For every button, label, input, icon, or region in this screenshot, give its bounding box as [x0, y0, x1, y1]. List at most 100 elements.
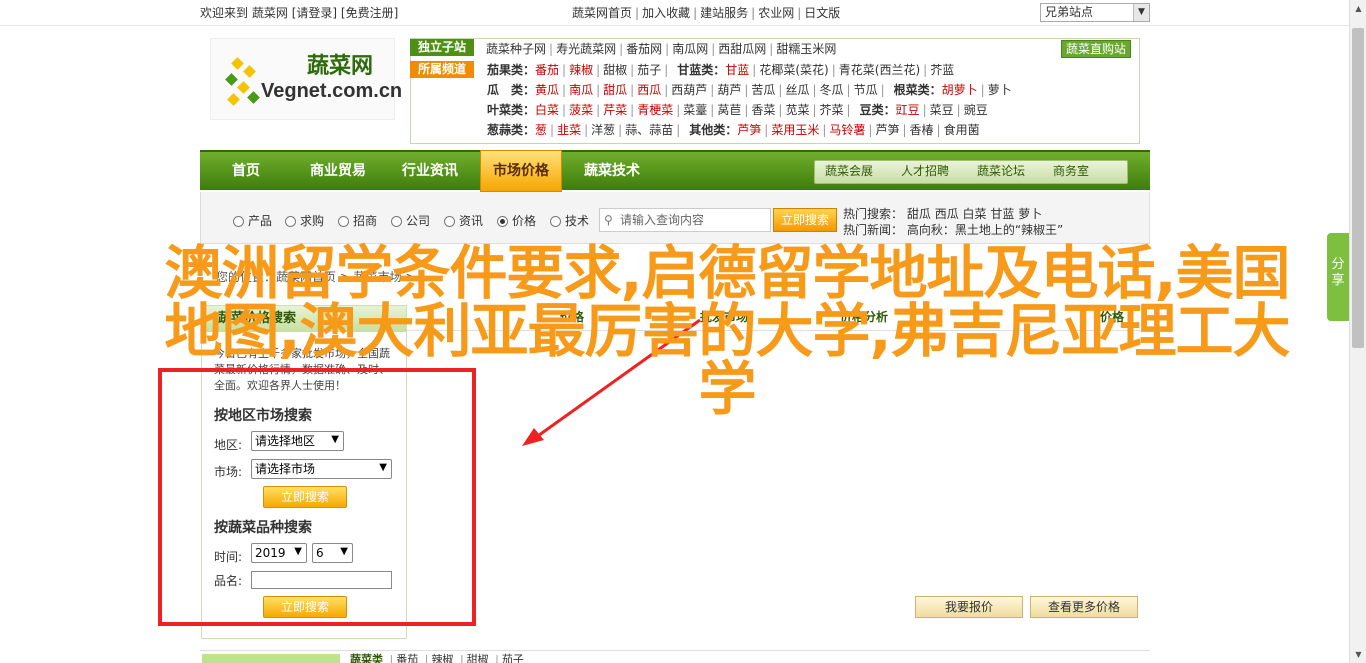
category-link[interactable]: 苦瓜 [751, 83, 775, 97]
category-link[interactable]: 胡萝卜 [942, 83, 978, 97]
category-link[interactable]: 白菜 [535, 103, 559, 117]
category-link[interactable]: 番茄 [535, 63, 559, 77]
sibling-site-select[interactable]: 兄弟站点 ▼ [1040, 3, 1150, 22]
category-link[interactable]: 菜用玉米 [771, 123, 819, 137]
site-name-link[interactable]: 蔬菜网 [252, 6, 288, 20]
subsite-link[interactable]: 番茄网 [626, 42, 662, 56]
scroll-down-icon[interactable]: ▼ [1350, 646, 1366, 663]
login-link[interactable]: [请登录] [292, 6, 337, 20]
radio-news[interactable]: 资讯 [444, 214, 483, 228]
category-link[interactable]: 南瓜 [569, 83, 593, 97]
category-link[interactable]: 莴苣 [717, 103, 741, 117]
category-link[interactable]: 苋菜 [785, 103, 809, 117]
hot-search-item[interactable]: 甜瓜 [907, 207, 931, 221]
subnav-jobs[interactable]: 人才招聘 [901, 164, 949, 178]
hot-search-item[interactable]: 甘蓝 [990, 207, 1014, 221]
category-link[interactable]: 西瓜 [637, 83, 661, 97]
bottom-item[interactable]: 蔬菜类 [350, 653, 383, 663]
bottom-item[interactable]: 茄子 [502, 653, 524, 663]
category-link[interactable]: 甜椒 [603, 63, 627, 77]
category-row: 葱蒜类：葱 | 韭菜 | 洋葱 | 蒜、蒜苗 | 其他类：芦笋 | 菜用玉米 | 马铃薯 | 芦笋 | 香椿 | 食… [487, 123, 980, 137]
category-link[interactable]: 青花菜(西兰花) [839, 63, 920, 77]
sub-nav: 蔬菜会展 人才招聘 蔬菜论坛 商务室 [814, 160, 1128, 184]
category-link[interactable]: 芥菜 [820, 103, 844, 117]
category-link[interactable]: 萝卜 [988, 83, 1012, 97]
category-link[interactable]: 芥蓝 [930, 63, 954, 77]
category-link[interactable]: 甘蓝 [725, 63, 749, 77]
chevron-down-icon: ▼ [1133, 4, 1149, 21]
category-link[interactable]: 菜豆 [930, 103, 954, 117]
category-link[interactable]: 香菜 [751, 103, 775, 117]
category-link[interactable]: 韭菜 [557, 123, 581, 137]
scroll-up-icon[interactable]: ▲ [1350, 0, 1366, 17]
bottom-item[interactable]: 甜椒 [467, 653, 489, 663]
category-link[interactable]: 辣椒 [569, 63, 593, 77]
category-link[interactable]: 蒜、蒜苗 [625, 123, 673, 137]
subsite-link[interactable]: 寿光蔬菜网 [556, 42, 616, 56]
category-label: 茄果类： [487, 63, 536, 77]
view-more-prices-button[interactable]: 查看更多价格 [1030, 596, 1138, 618]
register-link[interactable]: [免费注册] [341, 6, 398, 20]
radio-product[interactable]: 产品 [233, 214, 272, 228]
category-link[interactable]: 香椿 [910, 123, 934, 137]
category-link[interactable]: 豌豆 [964, 103, 988, 117]
scroll-thumb[interactable] [1352, 28, 1364, 348]
top-bar: 欢迎来到 蔬菜网 [请登录] [免费注册] 蔬菜网首页 | 加入收藏 | 建站服务 | 农业… [0, 0, 1349, 26]
radio-tech[interactable]: 技术 [550, 214, 589, 228]
nav-tech[interactable]: 蔬菜技术 [566, 152, 658, 190]
top-link-japanese[interactable]: 日文版 [804, 6, 840, 20]
radio-buy[interactable]: 求购 [285, 214, 324, 228]
category-link[interactable]: 洋葱 [591, 123, 615, 137]
top-link-favorite[interactable]: 加入收藏 [642, 6, 690, 20]
radio-price[interactable]: 价格 [497, 214, 536, 228]
category-link[interactable]: 芦笋 [737, 123, 761, 137]
subsite-link[interactable]: 南瓜网 [672, 42, 708, 56]
search-button[interactable]: 立即搜索 [773, 208, 837, 232]
category-link[interactable]: 马铃薯 [829, 123, 865, 137]
category-link[interactable]: 菠菜 [569, 103, 593, 117]
direct-buy-button[interactable]: 蔬菜直购站 [1060, 40, 1131, 59]
search-input[interactable]: ⚲ 请输入查询内容 [599, 208, 771, 232]
nav-news[interactable]: 行业资讯 [384, 152, 476, 190]
nav-home[interactable]: 首页 [200, 152, 292, 190]
top-link-agri[interactable]: 农业网 [758, 6, 794, 20]
subsite-link[interactable]: 甜糯玉米网 [776, 42, 836, 56]
category-link[interactable]: 茄子 [637, 63, 661, 77]
hot-search-item[interactable]: 萝卜 [1018, 207, 1042, 221]
nav-market-price[interactable]: 市场价格 [480, 150, 562, 192]
nav-trade[interactable]: 商业贸易 [292, 152, 384, 190]
hot-news-link[interactable]: 高向秋：黑土地上的“辣椒王” [907, 223, 1063, 237]
subsite-link[interactable]: 西甜瓜网 [718, 42, 766, 56]
hot-search-item[interactable]: 西瓜 [935, 207, 959, 221]
share-tab[interactable]: 分享 [1327, 233, 1349, 321]
category-link[interactable]: 芦笋 [875, 123, 899, 137]
radio-invest[interactable]: 招商 [338, 214, 377, 228]
report-price-button[interactable]: 我要报价 [915, 596, 1023, 618]
category-link[interactable]: 芹菜 [603, 103, 627, 117]
category-link[interactable]: 食用菌 [944, 123, 980, 137]
subsite-link[interactable]: 蔬菜种子网 [486, 42, 546, 56]
top-link-build[interactable]: 建站服务 [700, 6, 748, 20]
radio-company[interactable]: 公司 [391, 214, 430, 228]
category-link[interactable]: 黄瓜 [535, 83, 559, 97]
bottom-item[interactable]: 番茄 [396, 653, 418, 663]
top-link-home[interactable]: 蔬菜网首页 [572, 6, 632, 20]
subnav-business[interactable]: 商务室 [1053, 164, 1089, 178]
site-logo[interactable]: 蔬菜网 Vegnet.com.cn [210, 38, 402, 120]
hot-search-item[interactable]: 白菜 [963, 207, 987, 221]
subnav-expo[interactable]: 蔬菜会展 [825, 164, 873, 178]
category-link[interactable]: 丝瓜 [785, 83, 809, 97]
subnav-forum[interactable]: 蔬菜论坛 [977, 164, 1025, 178]
category-link[interactable]: 青梗菜 [637, 103, 673, 117]
category-link[interactable]: 豇豆 [896, 103, 920, 117]
bottom-item[interactable]: 辣椒 [431, 653, 453, 663]
category-link[interactable]: 冬瓜 [820, 83, 844, 97]
category-link[interactable]: 葫芦 [717, 83, 741, 97]
category-link[interactable]: 葱 [535, 123, 547, 137]
vertical-scrollbar[interactable]: ▲ ▼ [1349, 0, 1366, 663]
category-link[interactable]: 西葫芦 [671, 83, 707, 97]
category-link[interactable]: 菜薹 [683, 103, 707, 117]
category-link[interactable]: 节瓜 [854, 83, 878, 97]
category-link[interactable]: 花椰菜(菜花) [759, 63, 828, 77]
category-link[interactable]: 甜瓜 [603, 83, 627, 97]
